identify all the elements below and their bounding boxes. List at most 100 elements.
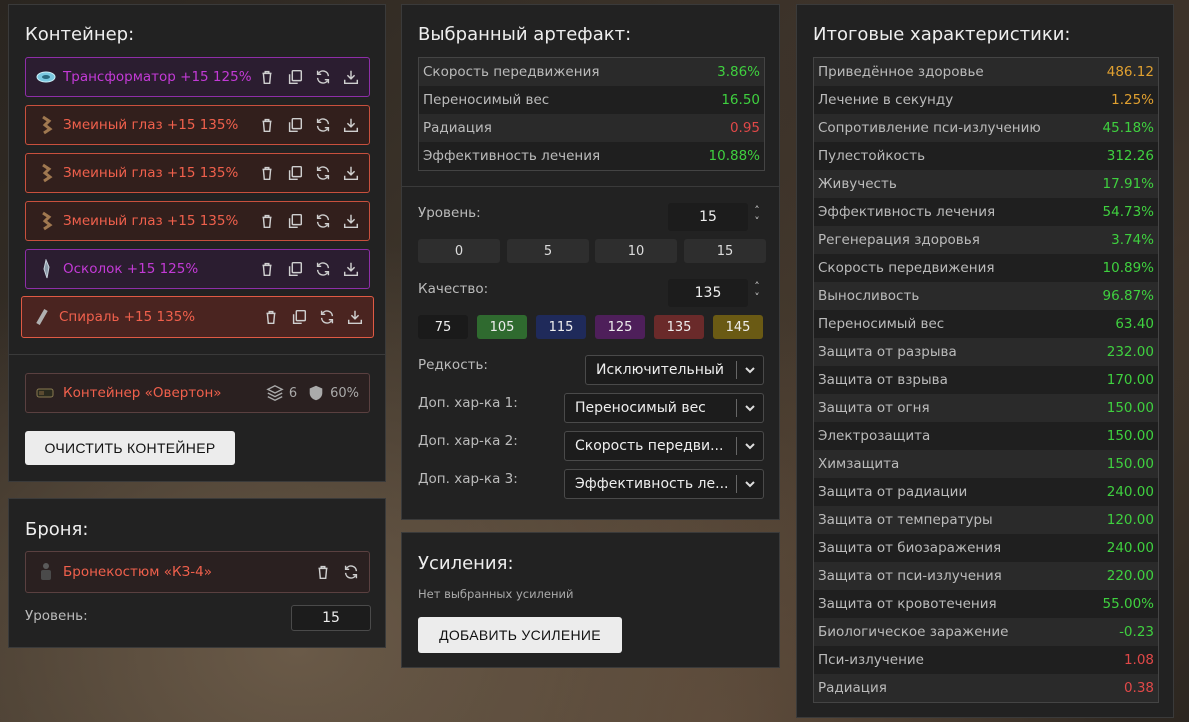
armor-item[interactable]: Бронекостюм «КЗ-4»	[25, 551, 370, 593]
copy-icon[interactable]	[285, 211, 305, 231]
stat-row: Защита от огня 150.00	[814, 394, 1158, 422]
stat-row: Выносливость 96.87%	[814, 282, 1158, 310]
container-item[interactable]: Контейнер «Овертон» 6 60%	[25, 373, 370, 413]
download-icon[interactable]	[345, 307, 365, 327]
stat-row: Эффективность лечения 10.88%	[419, 142, 764, 170]
quality-preset-button[interactable]: 75	[418, 315, 468, 339]
artifact-item[interactable]: Спираль +15 135%	[21, 296, 374, 338]
copy-icon[interactable]	[285, 115, 305, 135]
container-protection-value: 60%	[330, 385, 359, 401]
level-input[interactable]: 15	[668, 203, 748, 231]
stat-value: 0.95	[729, 120, 760, 136]
stat-label: Пси-излучение	[818, 652, 924, 668]
stat-row: Живучесть 17.91%	[814, 170, 1158, 198]
armor-suit-icon	[36, 562, 56, 582]
extra1-label: Доп. хар-ка 1:	[418, 395, 518, 411]
armor-level-input[interactable]: 15	[291, 605, 371, 631]
download-icon[interactable]	[341, 211, 361, 231]
rarity-select[interactable]: Исключительный	[585, 355, 764, 385]
transformer-icon	[36, 67, 56, 87]
refresh-icon[interactable]	[313, 163, 333, 183]
extra1-select[interactable]: Переносимый вес	[564, 393, 764, 423]
armor-panel: Броня: Бронекостюм «КЗ-4» Уровень: 15	[8, 498, 386, 648]
spin-down-icon[interactable]: ˅	[754, 216, 760, 227]
artifact-item[interactable]: Змеиный глаз +15 135%	[25, 201, 370, 241]
refresh-icon[interactable]	[317, 307, 337, 327]
stat-value: 55.00%	[1102, 596, 1154, 612]
artifact-name: Змеиный глаз +15 135%	[63, 213, 239, 229]
stat-label: Защита от радиации	[818, 484, 968, 500]
stat-value: 312.26	[1106, 148, 1154, 164]
level-preset-button[interactable]: 5	[507, 239, 589, 263]
extra2-select[interactable]: Скорость передви...	[564, 431, 764, 461]
artifact-actions	[257, 211, 361, 231]
download-icon[interactable]	[341, 115, 361, 135]
level-spinner[interactable]: ˄ ˅	[751, 205, 763, 227]
trash-icon[interactable]	[257, 211, 277, 231]
quality-preset-button[interactable]: 135	[654, 315, 704, 339]
extra3-select[interactable]: Эффективность ле...	[564, 469, 764, 499]
refresh-icon[interactable]	[313, 67, 333, 87]
trash-icon[interactable]	[313, 562, 333, 582]
quality-preset-button[interactable]: 145	[713, 315, 763, 339]
stat-value: 3.86%	[717, 64, 760, 80]
trash-icon[interactable]	[261, 307, 281, 327]
stat-label: Защита от разрыва	[818, 344, 957, 360]
add-boost-button[interactable]: ДОБАВИТЬ УСИЛЕНИЕ	[418, 617, 622, 653]
stat-row: Лечение в секунду 1.25%	[814, 86, 1158, 114]
trash-icon[interactable]	[257, 163, 277, 183]
stat-value: 17.91%	[1102, 176, 1154, 192]
trash-icon[interactable]	[257, 67, 277, 87]
stat-label: Защита от температуры	[818, 512, 993, 528]
quality-preset-button[interactable]: 105	[477, 315, 527, 339]
divider	[402, 186, 779, 187]
stat-row: Регенерация здоровья 3.74%	[814, 226, 1158, 254]
copy-icon[interactable]	[285, 67, 305, 87]
stat-value: 150.00	[1106, 456, 1154, 472]
clear-container-button[interactable]: ОЧИСТИТЬ КОНТЕЙНЕР	[25, 431, 235, 465]
refresh-icon[interactable]	[313, 115, 333, 135]
artifact-item[interactable]: Трансформатор +15 125%	[25, 57, 370, 97]
level-preset-button[interactable]: 10	[595, 239, 677, 263]
stat-label: Биологическое заражение	[818, 624, 1009, 640]
refresh-icon[interactable]	[341, 562, 361, 582]
quality-input[interactable]: 135	[668, 279, 748, 307]
copy-icon[interactable]	[285, 163, 305, 183]
trash-icon[interactable]	[257, 259, 277, 279]
copy-icon[interactable]	[285, 259, 305, 279]
stat-label: Переносимый вес	[818, 316, 945, 332]
stat-row: Защита от биозаражения 240.00	[814, 534, 1158, 562]
stat-value: 1.25%	[1111, 92, 1154, 108]
quality-preset-button[interactable]: 115	[536, 315, 586, 339]
artifact-item[interactable]: Осколок +15 125%	[25, 249, 370, 289]
stat-row: Радиация 0.38	[814, 674, 1158, 702]
level-label: Уровень:	[418, 205, 481, 221]
trash-icon[interactable]	[257, 115, 277, 135]
quality-spinner[interactable]: ˄ ˅	[751, 281, 763, 303]
level-preset-button[interactable]: 0	[418, 239, 500, 263]
refresh-icon[interactable]	[313, 259, 333, 279]
stat-value: 1.08	[1123, 652, 1154, 668]
artifact-name: Змеиный глаз +15 135%	[63, 165, 239, 181]
stat-label: Электрозащита	[818, 428, 931, 444]
refresh-icon[interactable]	[313, 211, 333, 231]
stat-value: 10.89%	[1102, 260, 1154, 276]
stat-row: Радиация 0.95	[419, 114, 764, 142]
artifact-item[interactable]: Змеиный глаз +15 135%	[25, 105, 370, 145]
download-icon[interactable]	[341, 259, 361, 279]
armor-level-label: Уровень:	[25, 608, 88, 624]
artifact-item[interactable]: Змеиный глаз +15 135%	[25, 153, 370, 193]
stat-value: 240.00	[1106, 484, 1154, 500]
download-icon[interactable]	[341, 67, 361, 87]
copy-icon[interactable]	[289, 307, 309, 327]
extra3-label: Доп. хар-ка 3:	[418, 471, 518, 487]
spin-down-icon[interactable]: ˅	[754, 292, 760, 303]
quality-preset-button[interactable]: 125	[595, 315, 645, 339]
stat-label: Защита от пси-излучения	[818, 568, 1002, 584]
boost-panel: Усиления: Нет выбранных усилений ДОБАВИТ…	[401, 532, 780, 668]
stat-value: 486.12	[1106, 64, 1154, 80]
level-preset-button[interactable]: 15	[684, 239, 766, 263]
download-icon[interactable]	[341, 163, 361, 183]
container-icon	[36, 383, 56, 403]
armor-title: Броня:	[25, 519, 89, 540]
